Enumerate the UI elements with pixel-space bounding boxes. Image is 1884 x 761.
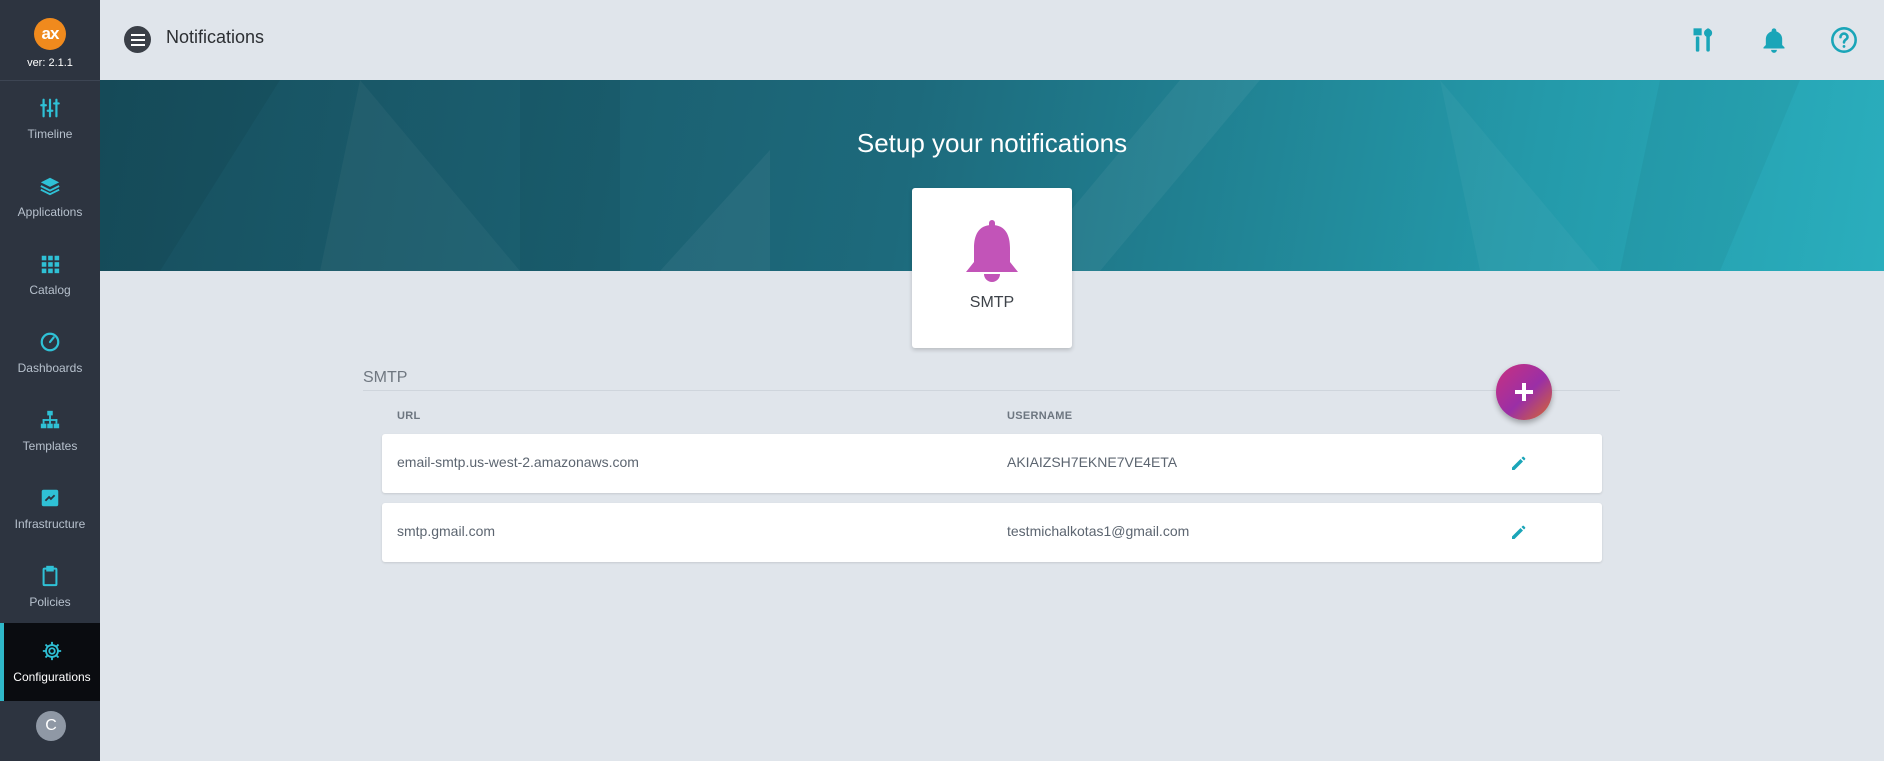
smtp-card[interactable]: SMTP <box>912 188 1072 348</box>
app-version: ver: 2.1.1 <box>27 57 73 69</box>
sidebar-item-configurations[interactable]: Configurations <box>0 623 100 701</box>
gear-icon <box>42 641 62 661</box>
plus-icon <box>1515 383 1533 401</box>
header: Notifications <box>100 0 1884 80</box>
grid-icon <box>41 255 60 274</box>
hamburger-icon <box>130 33 145 46</box>
column-header-username: USERNAME <box>1007 410 1073 422</box>
sitemap-icon <box>40 410 60 429</box>
table-row[interactable]: smtp.gmail.com testmichalkotas1@gmail.co… <box>382 503 1602 562</box>
row-username: AKIAIZSH7EKNE7VE4ETA <box>1007 454 1178 470</box>
sidebar-item-policies[interactable]: Policies <box>0 548 100 626</box>
sidebar-item-label: Dashboards <box>17 361 83 375</box>
clipboard-icon <box>42 565 58 587</box>
app-logo[interactable]: ax <box>34 18 66 50</box>
sidebar-item-timeline[interactable]: Timeline <box>0 80 100 158</box>
sidebar-item-label: Templates <box>22 439 78 453</box>
banner-title: Setup your notifications <box>856 128 1128 158</box>
row-url: email-smtp.us-west-2.amazonaws.com <box>397 454 639 470</box>
sidebar-item-dashboards[interactable]: Dashboards <box>0 314 100 392</box>
sidebar-item-infrastructure[interactable]: Infrastructure <box>0 470 100 548</box>
bell-icon <box>966 220 1018 282</box>
sidebar-item-label: Applications <box>17 205 83 219</box>
column-header-url: URL <box>397 410 421 422</box>
edit-icon[interactable] <box>1510 525 1526 541</box>
sidebar: ax ver: 2.1.1 Timeline Applications Cata… <box>0 0 100 761</box>
bell-icon[interactable] <box>1760 26 1788 54</box>
sidebar-item-templates[interactable]: Templates <box>0 392 100 470</box>
sidebar-item-applications[interactable]: Applications <box>0 158 100 236</box>
sliders-icon <box>40 98 60 118</box>
help-icon[interactable] <box>1830 26 1858 54</box>
sidebar-item-label: Policies <box>29 595 71 609</box>
layers-icon <box>40 177 60 196</box>
page-title: Notifications <box>166 27 265 47</box>
sidebar-item-label: Timeline <box>27 127 73 141</box>
sidebar-item-label: Catalog <box>29 283 71 297</box>
row-username: testmichalkotas1@gmail.com <box>1007 523 1190 539</box>
add-smtp-button[interactable] <box>1496 364 1552 420</box>
infrastructure-icon <box>41 489 59 507</box>
menu-button[interactable] <box>124 26 151 53</box>
table-row[interactable]: email-smtp.us-west-2.amazonaws.com AKIAI… <box>382 434 1602 493</box>
sidebar-item-label: Configurations <box>13 670 91 684</box>
row-url: smtp.gmail.com <box>397 523 496 539</box>
sidebar-item-catalog[interactable]: Catalog <box>0 236 100 314</box>
section-title: SMTP <box>363 369 408 386</box>
divider <box>363 390 1620 391</box>
sidebar-item-label: Infrastructure <box>14 517 86 531</box>
gauge-icon <box>40 332 60 352</box>
brand: ax ver: 2.1.1 <box>0 0 100 81</box>
avatar[interactable]: C <box>36 711 66 741</box>
smtp-card-label: SMTP <box>969 294 1015 311</box>
tools-icon[interactable] <box>1690 26 1718 54</box>
edit-icon[interactable] <box>1510 456 1526 472</box>
